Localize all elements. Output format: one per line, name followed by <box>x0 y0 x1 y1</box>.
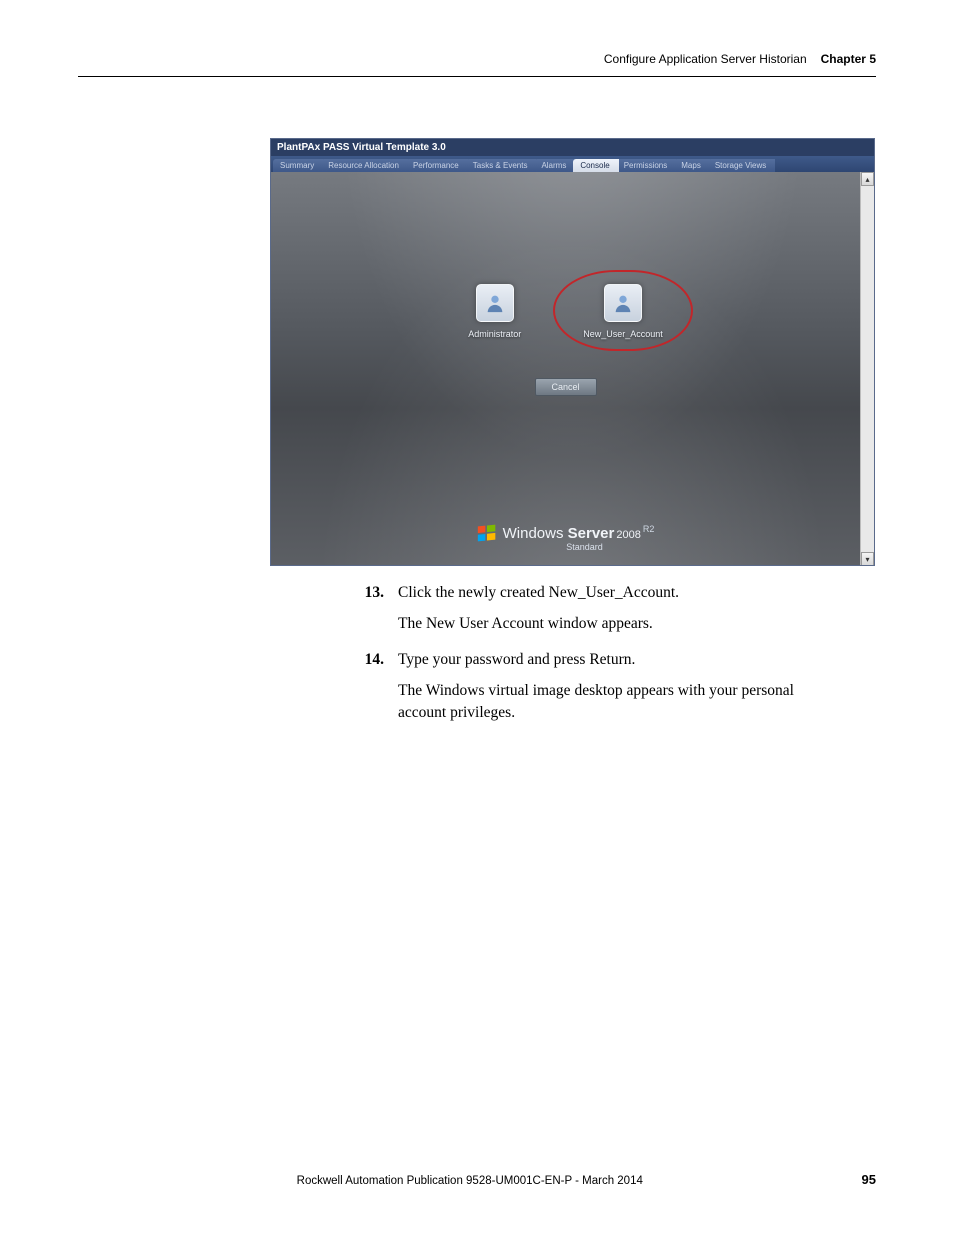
page-number: 95 <box>862 1172 876 1187</box>
tab-permissions[interactable]: Permissions <box>617 159 677 172</box>
tab-maps[interactable]: Maps <box>674 159 710 172</box>
page-footer: Rockwell Automation Publication 9528-UM0… <box>78 1172 876 1187</box>
step-number: 14. <box>358 649 384 670</box>
step-text: Type your password and press Return. <box>398 649 846 670</box>
scroll-down-icon[interactable]: ▾ <box>861 552 874 566</box>
vm-console-screenshot: PlantPAx PASS Virtual Template 3.0 Summa… <box>270 138 875 566</box>
brand-edition: Standard <box>566 542 603 552</box>
account-administrator[interactable]: Administrator <box>468 284 521 339</box>
account-label: Administrator <box>468 329 521 339</box>
footer-publication: Rockwell Automation Publication 9528-UM0… <box>78 1175 862 1187</box>
user-icon <box>604 284 642 322</box>
brand-r2: R2 <box>643 524 655 534</box>
tab-resource-allocation[interactable]: Resource Allocation <box>321 159 408 172</box>
tab-summary[interactable]: Summary <box>273 159 323 172</box>
tab-storage-views[interactable]: Storage Views <box>708 159 775 172</box>
brand-year: 2008 <box>616 529 640 541</box>
step-text: Click the newly created New_User_Account… <box>398 582 846 603</box>
os-branding: Windows Server2008R2 Standard <box>271 524 860 552</box>
vm-window-title: PlantPAx PASS Virtual Template 3.0 <box>271 139 874 156</box>
cancel-button[interactable]: Cancel <box>535 378 597 396</box>
tab-tasks-events[interactable]: Tasks & Events <box>466 159 537 172</box>
brand-server: Server <box>568 525 615 542</box>
scroll-up-icon[interactable]: ▴ <box>861 172 874 186</box>
tab-alarms[interactable]: Alarms <box>534 159 575 172</box>
windows-logo-icon <box>477 524 497 542</box>
tabstrip: Summary Resource Allocation Performance … <box>271 156 874 172</box>
step-followup: The New User Account window appears. <box>398 613 846 634</box>
brand-windows: Windows <box>503 525 564 542</box>
tab-console[interactable]: Console <box>573 159 618 172</box>
account-label: New_User_Account <box>583 329 663 339</box>
instruction-steps: 13. Click the newly created New_User_Acc… <box>358 582 846 737</box>
header-section: Configure Application Server Historian <box>604 52 807 66</box>
vertical-scrollbar[interactable]: ▴ ▾ <box>860 172 874 566</box>
running-header: Configure Application Server Historian C… <box>78 52 876 77</box>
step-number: 13. <box>358 582 384 603</box>
user-icon <box>476 284 514 322</box>
step-followup: The Windows virtual image desktop appear… <box>398 680 846 723</box>
account-new-user[interactable]: New_User_Account <box>583 284 663 339</box>
console-viewport: ▴ ▾ Administrator New_User_Account Ca <box>271 172 874 566</box>
header-chapter: Chapter 5 <box>821 52 876 66</box>
tab-performance[interactable]: Performance <box>406 159 468 172</box>
